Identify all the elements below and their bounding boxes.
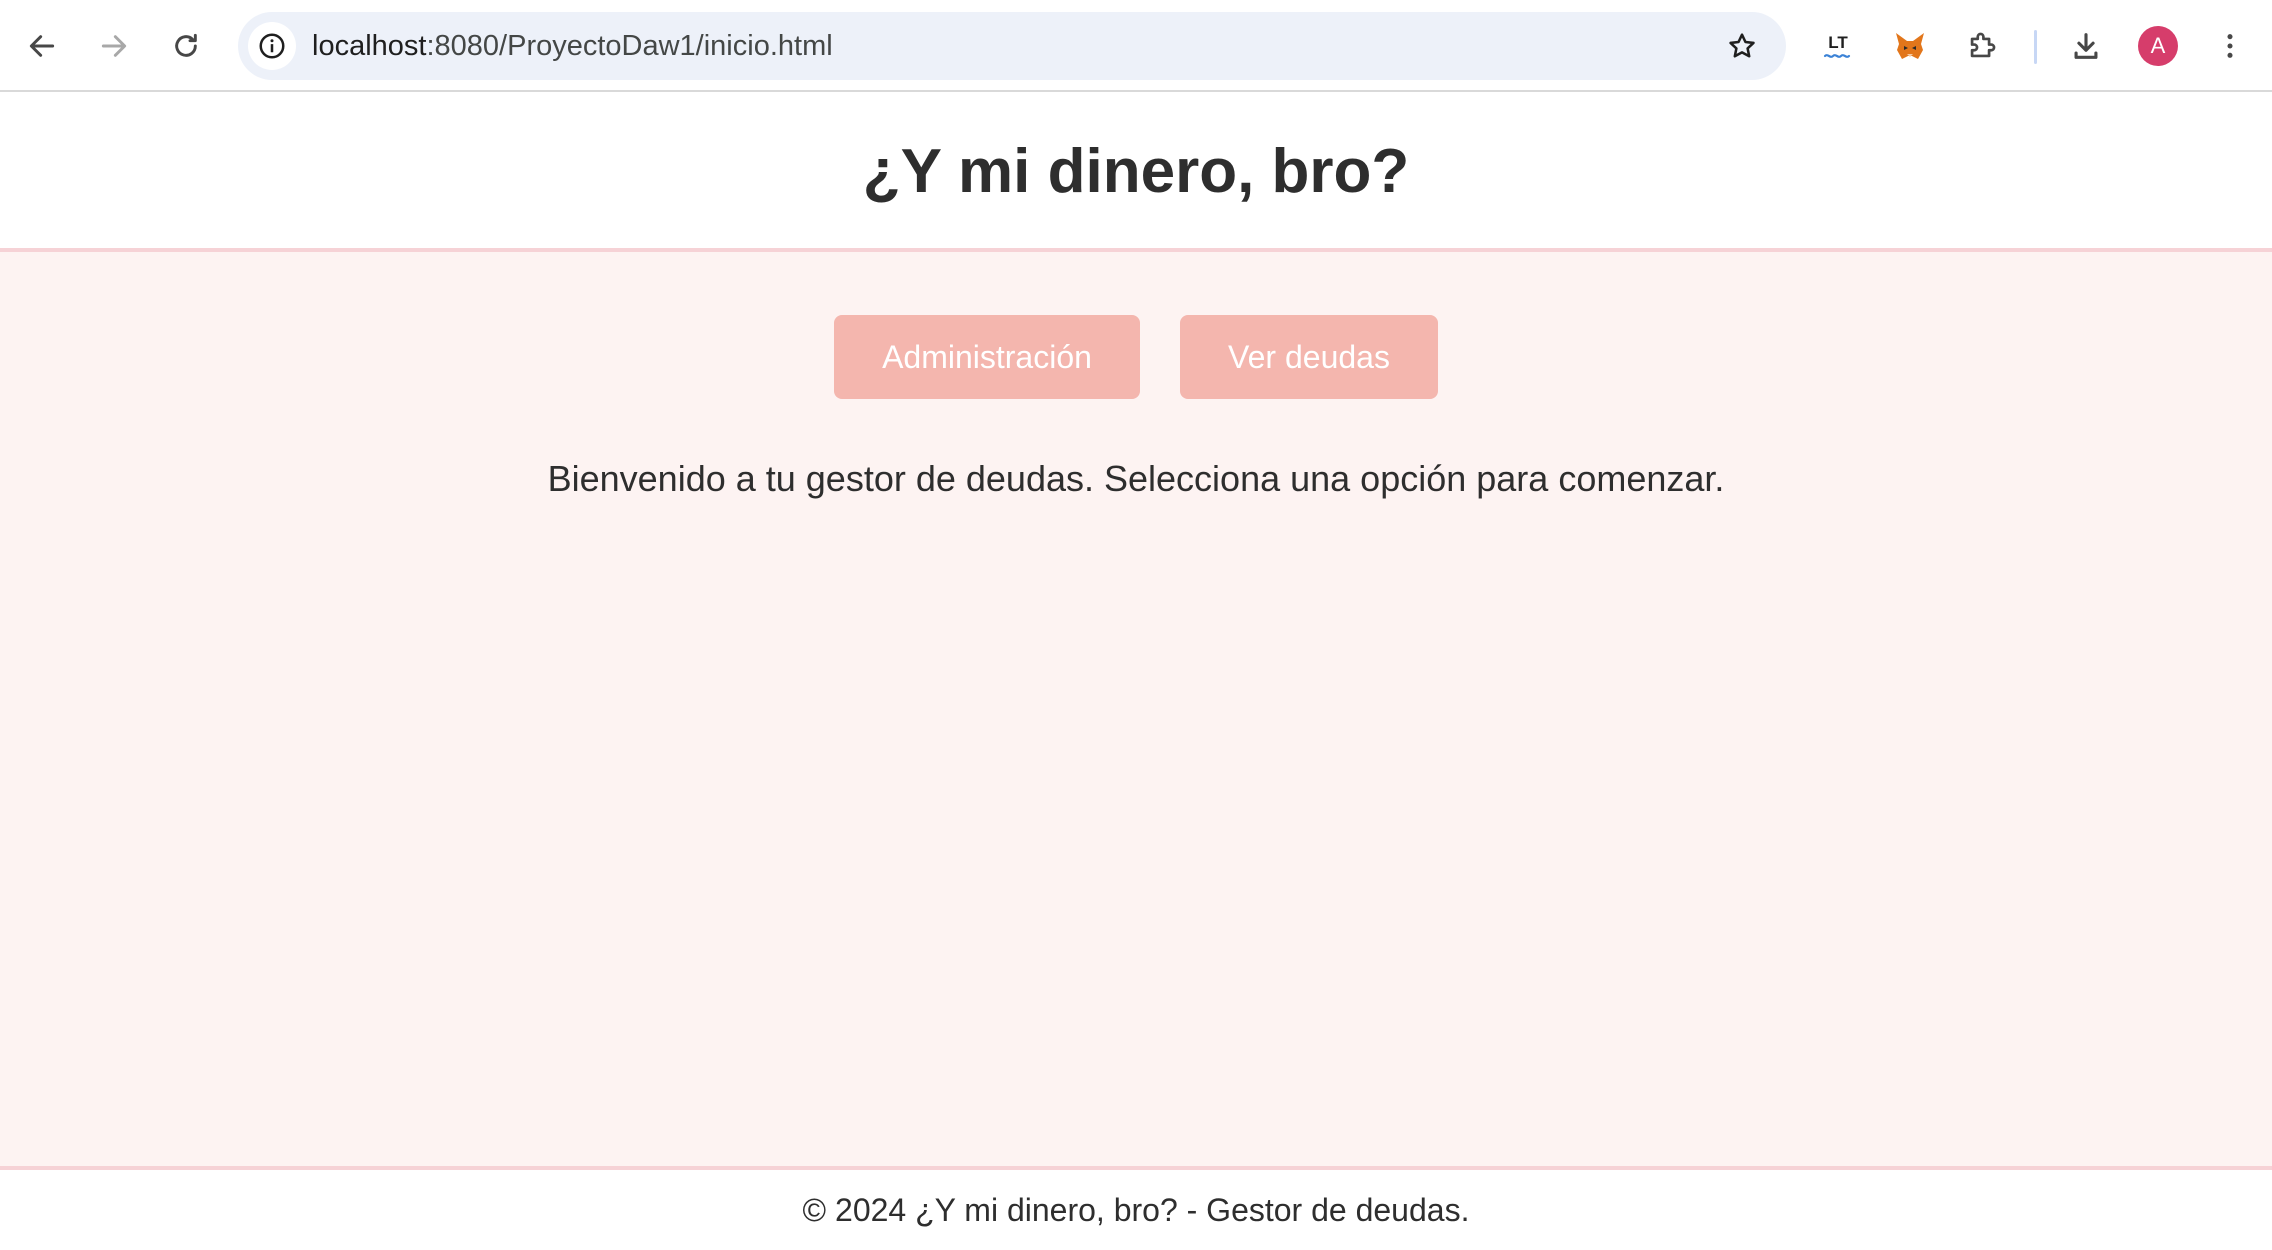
languagetool-label: LT (1828, 33, 1848, 52)
url-text[interactable]: localhost:8080/ProyectoDaw1/inicio.html (312, 12, 833, 80)
kebab-menu-icon (2227, 34, 2233, 58)
info-icon (259, 33, 285, 59)
main-content: Administración Ver deudas Bienvenido a t… (0, 252, 2272, 1166)
extension-metamask[interactable] (1882, 18, 1938, 74)
page-footer: © 2024 ¿Y mi dinero, bro? - Gestor de de… (0, 1166, 2272, 1242)
downloads-button[interactable] (2058, 18, 2114, 74)
administracion-button[interactable]: Administración (834, 315, 1140, 399)
url-host: localhost (312, 30, 427, 62)
fox-icon (1896, 33, 1924, 59)
nav-buttons: Administración Ver deudas (0, 315, 2272, 399)
extensions-button[interactable] (1954, 18, 2010, 74)
puzzle-icon (1970, 32, 1996, 58)
download-icon (2074, 33, 2098, 59)
browser-toolbar: localhost:8080/ProyectoDaw1/inicio.html … (0, 0, 2272, 92)
page-title: ¿Y mi dinero, bro? (862, 137, 1410, 206)
languagetool-icon: LT (1823, 33, 1851, 58)
reload-icon (175, 33, 197, 57)
star-icon (1729, 33, 1755, 58)
forward-button[interactable] (86, 18, 142, 74)
profile-avatar[interactable]: A (2138, 26, 2178, 66)
arrow-right-icon (101, 35, 127, 57)
site-info-button[interactable] (248, 22, 296, 70)
back-button[interactable] (14, 18, 70, 74)
page-header: ¿Y mi dinero, bro? (0, 92, 2272, 252)
reload-button[interactable] (158, 18, 214, 74)
toolbar-separator (2034, 30, 2037, 64)
url-path: :8080/ProyectoDaw1/inicio.html (426, 30, 833, 62)
address-bar[interactable]: localhost:8080/ProyectoDaw1/inicio.html (238, 12, 1786, 80)
arrow-left-icon (29, 35, 55, 57)
bookmark-button[interactable] (1718, 22, 1766, 70)
welcome-message: Bienvenido a tu gestor de deudas. Selecc… (547, 458, 1725, 499)
browser-menu-button[interactable] (2202, 18, 2258, 74)
ver-deudas-button[interactable]: Ver deudas (1180, 315, 1438, 399)
extension-languagetool[interactable]: LT (1810, 18, 1866, 74)
